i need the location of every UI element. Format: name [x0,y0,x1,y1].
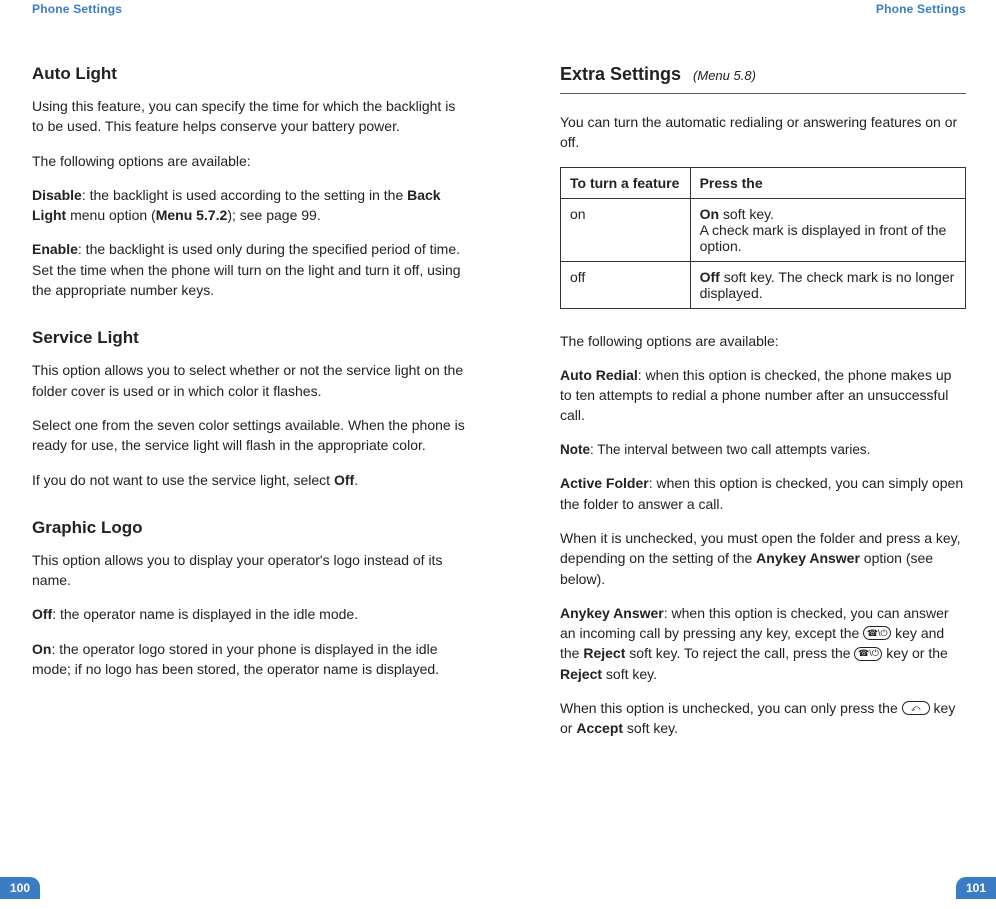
body-text: You can turn the automatic redialing or … [560,112,966,153]
body-text: Off: the operator name is displayed in t… [32,604,468,624]
table-header: To turn a feature [561,167,691,198]
body-text: When this option is unchecked, you can o… [560,698,966,739]
page-number-right: 101 [956,877,996,899]
note-text: Note: The interval between two call atte… [560,440,966,460]
send-call-icon: ⤺ [902,701,930,715]
page-right: Phone Settings Extra Settings (Menu 5.8)… [498,0,996,909]
feature-table: To turn a feature Press the on On soft k… [560,167,966,309]
section-title-auto-light: Auto Light [32,64,468,84]
page-number-left: 100 [0,877,40,899]
section-title-service-light: Service Light [32,328,468,348]
body-text: This option allows you to display your o… [32,550,468,591]
body-text: When it is unchecked, you must open the … [560,528,966,589]
table-cell: Off soft key. The check mark is no longe… [690,261,965,308]
table-header: Press the [690,167,965,198]
section-title-graphic-logo: Graphic Logo [32,518,468,538]
term: Enable [32,241,78,257]
term: Disable [32,187,82,203]
body-text: Enable: the backlight is used only durin… [32,239,468,300]
term: Auto Redial [560,367,638,383]
body-text: On: the operator logo stored in your pho… [32,639,468,680]
page-left: Phone Settings Auto Light Using this fea… [0,0,498,909]
section-title-extra-settings: Extra Settings [560,64,681,85]
term: Anykey Answer [560,605,664,621]
body-text: Select one from the seven color settings… [32,415,468,456]
body-text: Anykey Answer: when this option is check… [560,603,966,684]
menu-number: (Menu 5.8) [693,68,756,83]
term: Off [32,606,52,622]
table-cell: on [561,198,691,261]
table-cell: off [561,261,691,308]
end-call-icon: ☎\⏻ [863,626,891,640]
body-text: The following options are available: [32,151,468,171]
table-row: on On soft key. A check mark is displaye… [561,198,966,261]
body-text: Active Folder: when this option is check… [560,473,966,514]
table-cell: On soft key. A check mark is displayed i… [690,198,965,261]
table-row: To turn a feature Press the [561,167,966,198]
body-text: Disable: the backlight is used according… [32,185,468,226]
end-call-icon: ☎\⏻ [854,647,882,661]
table-row: off Off soft key. The check mark is no l… [561,261,966,308]
page-header-left: Phone Settings [32,2,468,16]
body-text: Using this feature, you can specify the … [32,96,468,137]
body-text: The following options are available: [560,331,966,351]
body-text: If you do not want to use the service li… [32,470,468,490]
page-header-right: Phone Settings [560,2,966,16]
body-text: This option allows you to select whether… [32,360,468,401]
heading-row: Extra Settings (Menu 5.8) [560,64,966,85]
body-text: Auto Redial: when this option is checked… [560,365,966,426]
heading-rule [560,93,966,94]
term: Active Folder [560,475,649,491]
term: On [32,641,51,657]
